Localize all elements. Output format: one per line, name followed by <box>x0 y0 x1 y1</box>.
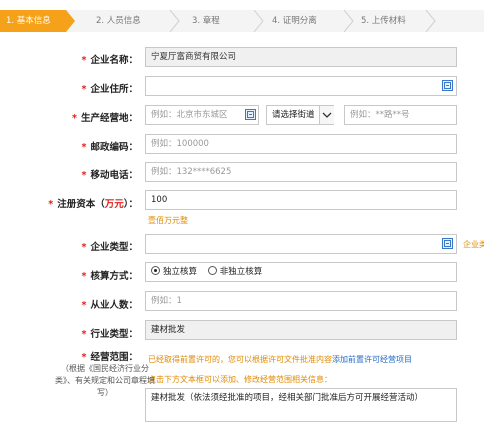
chevron-right-icon <box>253 10 264 32</box>
chevron-right-icon <box>343 10 354 32</box>
add-permit-item-link[interactable]: 添加前置许可经营项目 <box>332 355 412 364</box>
company-address-field[interactable] <box>145 76 457 96</box>
radio-unselected-icon[interactable] <box>207 266 217 275</box>
step-active-arrow <box>66 10 75 32</box>
independent-accounting-option[interactable]: 独立核算 <box>151 266 197 277</box>
non-independent-accounting-option[interactable]: 非独立核算 <box>207 266 262 277</box>
capital-amount-in-words: 壹佰万元整 <box>148 216 188 225</box>
step-label: 5. 上传材料 <box>361 16 406 26</box>
permit-hint: 已经取得前置许可的，您可以根据许可文件批准内容添加前置许可经营项目 <box>148 355 412 364</box>
mobile-phone-label: * 移动电话： <box>81 170 138 181</box>
step-label: 3. 章程 <box>192 16 220 26</box>
industry-type-field: 建材批发 <box>145 320 457 340</box>
company-type-side-hint: 企业类 <box>463 240 484 249</box>
accounting-method-group: 独立核算 非独立核算 <box>145 262 457 282</box>
postal-code-field[interactable]: 例如：100000 <box>145 134 457 154</box>
step-personnel-info[interactable]: 2. 人员信息 <box>96 10 141 32</box>
step-upload-materials[interactable]: 5. 上传材料 <box>361 10 406 32</box>
scope-edit-hint: 点击下方文本框可以添加、修改经营范围相关信息： <box>148 375 332 384</box>
step-articles[interactable]: 3. 章程 <box>192 10 220 32</box>
business-district-field[interactable]: 例如：北京市东城区 <box>145 105 259 125</box>
chevron-down-icon[interactable] <box>319 106 334 124</box>
business-scope-note: （根据《国民经济行业分类》、有关规定和公司章程填写） <box>55 364 155 397</box>
step-label: 2. 人员信息 <box>96 16 141 26</box>
business-address-label: * 生产经营地： <box>72 113 138 124</box>
step-progress-bar: 1. 基本信息 2. 人员信息 3. 章程 4. 证明分离 5. 上传材料 <box>0 10 484 32</box>
step-basic-info[interactable]: 1. 基本信息 <box>0 10 66 32</box>
business-scope-label: * 经营范围： <box>81 352 138 363</box>
postal-code-label: * 邮政编码： <box>81 142 138 153</box>
step-label: 1. 基本信息 <box>6 16 51 26</box>
industry-type-label: * 行业类型： <box>81 329 138 340</box>
address-picker-icon[interactable] <box>442 80 453 91</box>
mobile-phone-field[interactable]: 例如：132****6625 <box>145 162 457 182</box>
radio-selected-icon[interactable] <box>151 266 160 275</box>
employees-label: * 从业人数： <box>81 300 138 311</box>
registered-capital-label: * 注册资本（万元）： <box>48 199 138 210</box>
business-detail-address-field[interactable]: 例如：**路**号 <box>344 105 457 125</box>
company-type-field[interactable] <box>145 234 457 254</box>
district-picker-icon[interactable] <box>245 109 256 120</box>
registered-capital-field[interactable]: 100 <box>145 190 457 210</box>
company-type-picker-icon[interactable] <box>442 238 453 249</box>
chevron-right-icon <box>425 10 436 32</box>
chevron-right-icon <box>169 10 180 32</box>
step-label: 4. 证明分离 <box>272 16 317 26</box>
accounting-method-label: * 核算方式： <box>81 271 138 282</box>
company-type-label: * 企业类型： <box>81 242 138 253</box>
employees-field[interactable]: 例如：1 <box>145 291 457 311</box>
company-address-label: * 企业住所： <box>81 84 138 95</box>
company-name-label: * 企业名称： <box>81 55 138 66</box>
company-name-field[interactable]: 宁夏厅富商贸有限公司 <box>145 47 457 67</box>
business-scope-textarea[interactable]: 建材批发（依法须经批准的项目，经相关部门批准后方可开展经营活动） <box>145 388 457 422</box>
step-certificate-separation[interactable]: 4. 证明分离 <box>272 10 317 32</box>
